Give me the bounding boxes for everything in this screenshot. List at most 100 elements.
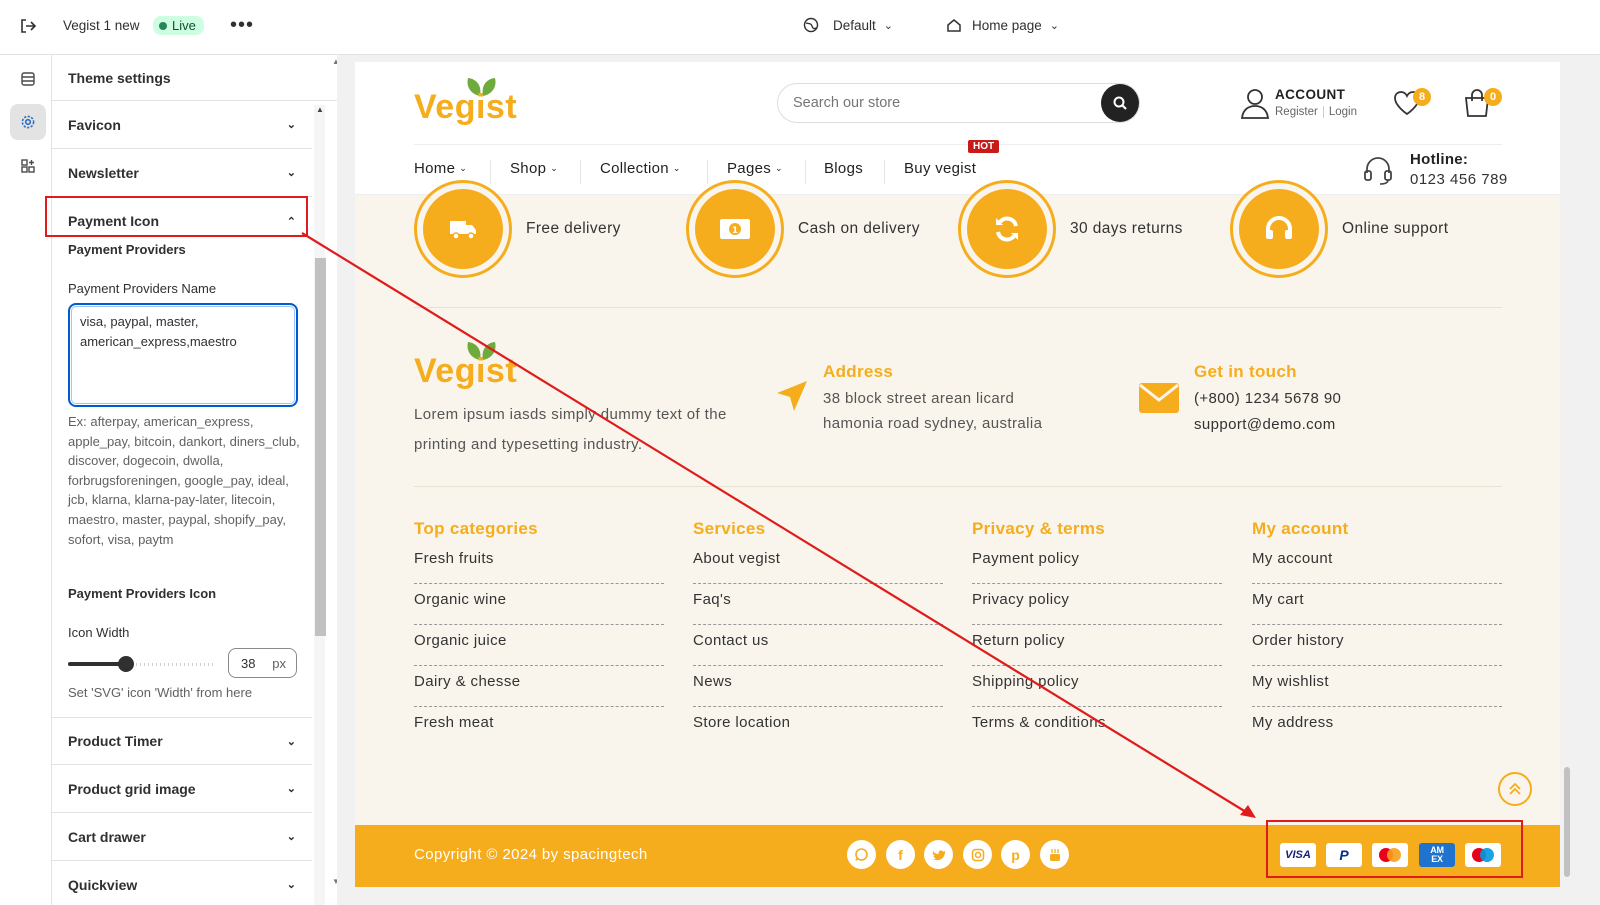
chevron-down-icon: ⌄ <box>775 163 783 173</box>
user-icon[interactable] <box>1239 86 1271 120</box>
facebook-icon[interactable]: f <box>886 840 915 869</box>
login-link[interactable]: Login <box>1329 106 1357 118</box>
youtube-icon[interactable] <box>1040 840 1069 869</box>
cart-button[interactable]: 0 <box>1460 86 1504 120</box>
nav-buy-vegist[interactable]: Buy vegist <box>904 160 976 177</box>
cash-icon: 1 <box>720 219 750 239</box>
footer-divider <box>414 486 1502 487</box>
wishlist-count-badge: 8 <box>1413 88 1431 106</box>
preview-scrollbar-thumb[interactable] <box>1564 767 1570 877</box>
refresh-icon <box>996 216 1018 242</box>
search-button[interactable] <box>1101 84 1139 122</box>
chevron-down-icon: ⌄ <box>286 783 296 795</box>
nav-home[interactable]: Home ⌄ <box>414 160 467 177</box>
slider-thumb[interactable] <box>118 656 135 672</box>
column-my-account: My account My cart Order history My wish… <box>1252 543 1502 748</box>
icon-width-value: 38 <box>241 655 256 671</box>
footer-link[interactable]: My account <box>1252 543 1502 584</box>
footer-link[interactable]: Terms & conditions <box>972 707 1222 748</box>
footer-link[interactable]: Store location <box>693 707 943 748</box>
store-logo[interactable]: Vegist <box>414 74 524 130</box>
account-title[interactable]: ACCOUNT <box>1275 87 1345 102</box>
column-title-my-account: My account <box>1252 519 1349 538</box>
nav-collection-label: Collection <box>600 160 669 177</box>
footer-link[interactable]: My cart <box>1252 584 1502 625</box>
twitter-icon[interactable] <box>924 840 953 869</box>
chevron-down-icon: ⌄ <box>286 119 296 131</box>
footer-link[interactable]: My wishlist <box>1252 666 1502 707</box>
pinterest-icon[interactable]: p <box>1001 840 1030 869</box>
column-title-top-categories: Top categories <box>414 519 538 538</box>
column-title-privacy-terms: Privacy & terms <box>972 519 1106 538</box>
nav-buy-vegist-label: Buy vegist <box>904 160 977 177</box>
chevron-down-icon: ⌄ <box>459 163 468 173</box>
whatsapp-icon[interactable] <box>847 840 876 869</box>
section-product-timer[interactable]: Product Timer ⌄ <box>52 717 312 765</box>
page-selector[interactable]: Home page ⌄ <box>946 17 1059 33</box>
more-actions-icon[interactable]: ••• <box>230 14 254 37</box>
store-search[interactable] <box>777 83 1140 123</box>
feature-free-delivery-label: Free delivery <box>526 220 621 237</box>
providers-name-textarea[interactable] <box>68 303 298 407</box>
back-to-top-button[interactable] <box>1498 772 1532 806</box>
store-search-input[interactable] <box>793 95 1093 111</box>
icon-width-input[interactable]: 38 px <box>228 648 297 678</box>
feature-30-days-returns: 30 days returns <box>958 180 1183 278</box>
footer-link[interactable]: Order history <box>1252 625 1502 666</box>
page-selector-label: Home page <box>972 17 1042 33</box>
footer-link[interactable]: Contact us <box>693 625 943 666</box>
outer-scroll-down-icon[interactable]: ▼ <box>332 877 337 886</box>
section-quickview-label: Quickview <box>68 876 138 893</box>
feature-cash-label: Cash on delivery <box>798 220 920 237</box>
store-name: Vegist 1 new <box>63 18 140 33</box>
footer-link[interactable]: Fresh meat <box>414 707 664 748</box>
copyright-text: Copyright © 2024 by spacingtech <box>414 846 648 863</box>
nav-shop[interactable]: Shop ⌄ <box>510 160 558 177</box>
nav-divider-line <box>414 144 1502 145</box>
feature-online-support: Online support <box>1230 180 1448 278</box>
wishlist-button[interactable]: 8 <box>1391 86 1431 120</box>
theme-settings-panel: Theme settings Favicon ⌄ Newsletter ⌄ Paym… <box>52 55 337 905</box>
footer-link[interactable]: Privacy policy <box>972 584 1222 625</box>
feature-circle <box>1230 180 1328 278</box>
contact-email[interactable]: support@demo.com <box>1194 416 1336 433</box>
outer-scroll-up-icon[interactable]: ▲ <box>332 57 337 66</box>
panel-scrollbar-thumb[interactable] <box>315 258 326 636</box>
footer-link[interactable]: News <box>693 666 943 707</box>
address-title: Address <box>823 362 894 381</box>
section-favicon[interactable]: Favicon ⌄ <box>52 101 312 149</box>
footer-link[interactable]: My address <box>1252 707 1502 748</box>
apps-icon[interactable] <box>10 148 46 184</box>
footer-link[interactable]: Fresh fruits <box>414 543 664 584</box>
footer-link[interactable]: Organic wine <box>414 584 664 625</box>
nav-collection[interactable]: Collection ⌄ <box>600 160 681 177</box>
footer-link[interactable]: Organic juice <box>414 625 664 666</box>
register-link[interactable]: Register <box>1275 106 1318 118</box>
footer-link[interactable]: About vegist <box>693 543 943 584</box>
instagram-icon[interactable] <box>963 840 992 869</box>
nav-home-label: Home <box>414 160 456 177</box>
footer-link[interactable]: Return policy <box>972 625 1222 666</box>
section-product-timer-label: Product Timer <box>68 733 163 749</box>
section-newsletter[interactable]: Newsletter ⌄ <box>52 149 312 197</box>
scroll-up-arrow-icon[interactable]: ▲ <box>316 105 324 114</box>
sections-icon[interactable] <box>10 61 46 97</box>
section-product-grid-image[interactable]: Product grid image ⌄ <box>52 765 312 813</box>
icon-width-slider[interactable] <box>68 656 213 672</box>
section-quickview[interactable]: Quickview ⌄ <box>52 861 312 905</box>
contact-phone[interactable]: (+800) 1234 5678 90 <box>1194 390 1341 407</box>
preview-scrollbar[interactable] <box>1562 62 1574 887</box>
exit-icon[interactable] <box>18 16 38 36</box>
theme-settings-gear-icon[interactable] <box>10 104 46 140</box>
theme-selector[interactable]: Default ⌄ <box>803 17 893 33</box>
footer-link[interactable]: Dairy & chesse <box>414 666 664 707</box>
nav-pages[interactable]: Pages ⌄ <box>727 160 783 177</box>
section-cart-drawer[interactable]: Cart drawer ⌄ <box>52 813 312 861</box>
nav-blogs[interactable]: Blogs <box>824 160 863 177</box>
footer-logo[interactable]: Vegist <box>414 338 524 394</box>
footer-link[interactable]: Faq's <box>693 584 943 625</box>
panel-scrollbar[interactable]: ▲ ▼ <box>314 105 326 905</box>
globe-icon <box>803 17 819 33</box>
footer-link[interactable]: Payment policy <box>972 543 1222 584</box>
footer-link[interactable]: Shipping policy <box>972 666 1222 707</box>
